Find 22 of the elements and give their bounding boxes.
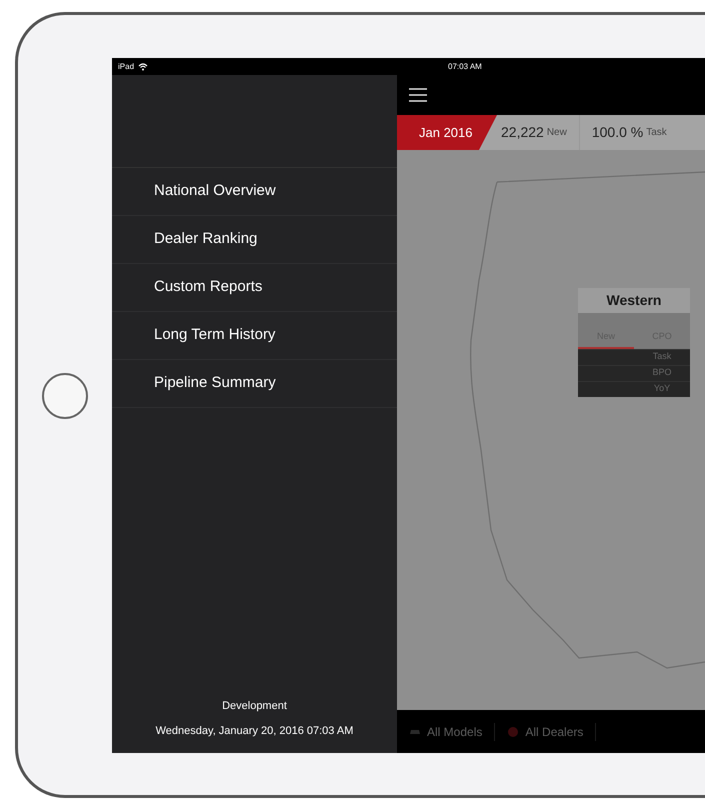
menu-item[interactable]: Pipeline Summary: [154, 372, 276, 395]
metric-value: 22,222: [501, 123, 544, 142]
menu-item[interactable]: Custom Reports: [154, 276, 262, 299]
row-label: BPO: [651, 366, 672, 378]
period-tab[interactable]: Jan 2016: [397, 115, 497, 150]
dealer-icon: [507, 726, 520, 738]
row-label: YoY: [652, 382, 672, 394]
menu-item[interactable]: National Overview: [154, 180, 276, 203]
metric-value: 100.0 %: [592, 123, 644, 142]
timestamp: Wednesday, January 20, 2016 07:03 AM: [156, 724, 354, 738]
metric-label: Task: [646, 126, 667, 140]
environment-label: Development: [222, 699, 287, 714]
menu-icon[interactable]: [409, 88, 427, 102]
row-label: Task: [652, 350, 672, 362]
menu-item[interactable]: Dealer Ranking: [154, 228, 258, 251]
device-name: iPad: [118, 60, 134, 72]
popup-title: Western: [578, 288, 690, 313]
wifi-icon: [138, 62, 148, 70]
metric-label: New: [546, 126, 567, 140]
home-button[interactable]: [42, 373, 88, 419]
menu-item[interactable]: Long Term History: [154, 324, 276, 347]
status-time: 07:03 AM: [448, 60, 482, 72]
